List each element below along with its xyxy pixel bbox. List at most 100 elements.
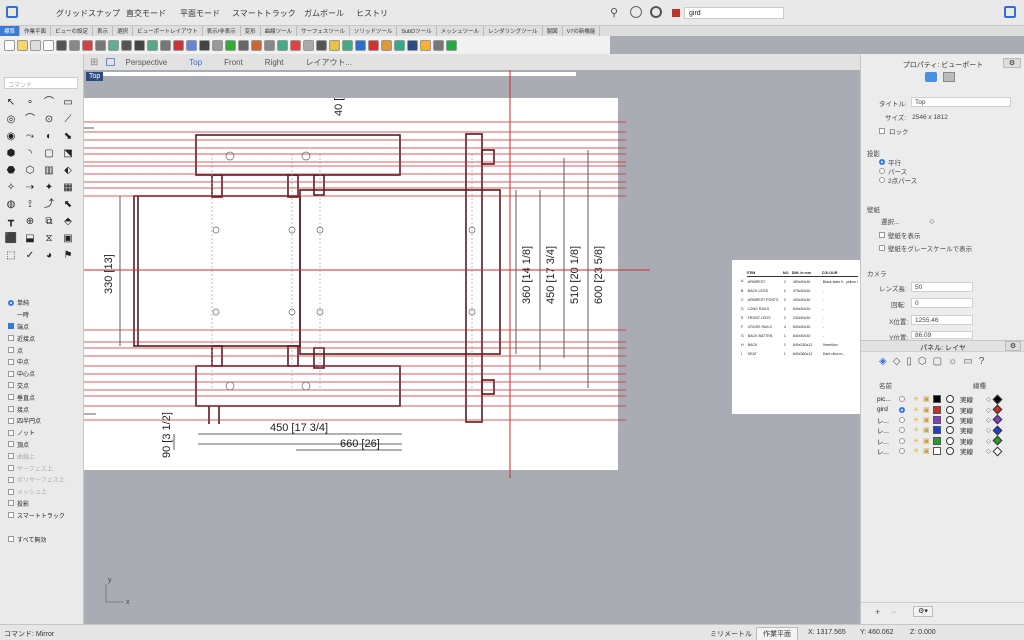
lock-icon[interactable]: ▣ (923, 437, 933, 445)
tool-14-icon[interactable]: ▢ (42, 147, 56, 160)
viewport-title[interactable]: Top (86, 72, 104, 81)
tool-35-icon[interactable]: ▣ (61, 232, 75, 245)
menu-gumball[interactable]: ガムボール (304, 8, 344, 19)
single-view-icon[interactable] (106, 58, 116, 66)
osnap-2[interactable]: 点 (8, 344, 84, 356)
tool-7-icon[interactable]: ⟋ (61, 113, 75, 126)
current-layer-field[interactable]: gird (684, 7, 784, 19)
toolbar-tool-5-icon[interactable] (69, 39, 80, 51)
tool-38-icon[interactable]: ◕ (42, 249, 56, 262)
tab-perspective[interactable]: Perspective (125, 58, 167, 67)
layer-color-swatch[interactable] (933, 395, 941, 404)
tool-29-icon[interactable]: ⊕ (23, 215, 37, 228)
toolbar-tool-25-icon[interactable] (329, 39, 340, 51)
tool-33-icon[interactable]: ⬓ (23, 232, 37, 245)
layer-row[interactable]: レ... ☀ ▣ 実線 ◇ (877, 425, 1024, 435)
tab-right[interactable]: Right (265, 58, 284, 67)
osnap-5[interactable]: 交点 (8, 380, 84, 392)
tool-21-icon[interactable]: ⇢ (23, 181, 37, 194)
toolbar-tool-30-icon[interactable] (394, 39, 405, 51)
tool-4-icon[interactable]: ◎ (4, 113, 18, 126)
tab-14[interactable]: 製図 (543, 26, 563, 36)
tool-8-icon[interactable]: ◉ (4, 130, 18, 143)
cube-icon[interactable]: ⬡ (918, 356, 927, 367)
tool-10-icon[interactable]: ◐ (42, 130, 56, 143)
tab-6[interactable]: 表示/非表示 (203, 26, 241, 36)
wallpaper-icon[interactable] (943, 72, 955, 82)
tool-12-icon[interactable]: ⬢ (4, 147, 18, 160)
history-icon[interactable] (630, 6, 642, 18)
toolbar-tool-3-icon[interactable] (43, 39, 54, 51)
toolbar-tool-27-icon[interactable] (355, 39, 366, 51)
material-icon[interactable] (946, 436, 954, 445)
osnap-13[interactable]: ポリサーフェス上 (8, 474, 84, 486)
camera-icon[interactable] (925, 72, 937, 82)
toolbar-tool-29-icon[interactable] (381, 39, 392, 51)
osnap-10[interactable]: 頂点 (8, 439, 84, 451)
toolbar-tool-8-icon[interactable] (108, 39, 119, 51)
current-layer-radio[interactable] (899, 427, 905, 434)
tab-11[interactable]: SubDツール (397, 26, 437, 36)
toolbar-tool-9-icon[interactable] (121, 39, 132, 51)
filter-icon[interactable]: ⚲ (610, 6, 618, 19)
current-layer-radio[interactable] (899, 406, 905, 413)
osnap-16[interactable]: スマートトラック (8, 509, 84, 521)
visible-bulb-icon[interactable]: ☀ (913, 416, 923, 424)
tool-24-icon[interactable]: ◍ (4, 198, 18, 211)
monitor-icon[interactable]: ▭ (963, 356, 972, 367)
objects-icon[interactable]: ◇ (893, 356, 901, 367)
osnap-8[interactable]: 四半円点 (8, 415, 84, 427)
tool-13-icon[interactable]: ◝ (23, 147, 37, 160)
osnap-4[interactable]: 中心点 (8, 368, 84, 380)
tab-9[interactable]: サーフェスツール (297, 26, 350, 36)
tab-layout[interactable]: レイアウト... (305, 57, 352, 68)
osnap-6[interactable]: 垂直点 (8, 391, 84, 403)
lens-field[interactable]: 50 (911, 282, 973, 292)
toolbar-tool-34-icon[interactable] (446, 39, 457, 51)
print-color-swatch[interactable] (992, 446, 1003, 457)
tool-19-icon[interactable]: ⬖ (61, 164, 75, 177)
command-history[interactable]: コマンド: Mirror (4, 629, 54, 639)
tab-10[interactable]: ソリッドツール (350, 26, 398, 36)
tool-6-icon[interactable]: ⊙ (42, 113, 56, 126)
layer-menu-gear-icon[interactable]: ⚙ (1005, 341, 1021, 351)
lock-icon[interactable]: ▣ (923, 447, 933, 455)
panel-toggle-icon[interactable] (1004, 6, 1016, 18)
current-layer-radio[interactable] (899, 448, 905, 455)
layer-row[interactable]: gird ☀ ▣ 実線 ◇ (877, 404, 1024, 415)
osnap-0[interactable]: 端点 (8, 321, 84, 333)
visible-bulb-icon[interactable]: ☀ (913, 395, 923, 403)
lock-icon[interactable]: ▣ (923, 416, 933, 424)
toolbar-tool-17-icon[interactable] (225, 39, 236, 51)
print-color-swatch[interactable] (992, 394, 1003, 405)
lightbulb-icon[interactable]: ☼ (948, 356, 957, 367)
toolbar-tool-22-icon[interactable] (290, 39, 301, 51)
tool-32-icon[interactable]: ⬛ (4, 232, 18, 245)
toolbar-tool-13-icon[interactable] (173, 39, 184, 51)
lock-icon[interactable]: ▣ (923, 395, 933, 403)
toolbar-tool-7-icon[interactable] (95, 39, 106, 51)
toolbar-tool-11-icon[interactable] (147, 39, 158, 51)
grid-icon[interactable]: ⊞ (90, 57, 98, 68)
layer-row[interactable]: レ... ☀ ▣ 実線 ◇ (877, 415, 1024, 425)
material-icon[interactable] (946, 395, 954, 404)
osnap-7[interactable]: 接点 (8, 403, 84, 415)
record-icon[interactable] (650, 6, 662, 18)
menu-ortho[interactable]: 直交モード (126, 8, 166, 19)
layer-color-swatch[interactable] (933, 415, 941, 424)
osnap-mode-single[interactable]: 単純 (8, 297, 84, 309)
tool-31-icon[interactable]: ⬘ (61, 215, 75, 228)
tool-3-icon[interactable]: ▭ (61, 96, 75, 109)
tab-top[interactable]: Top (189, 58, 202, 67)
top-viewport[interactable]: 40 [1 330 [13] 90 [3 1/2] 450 [17 3/4] 6… (84, 70, 860, 624)
menu-grid-snap[interactable]: グリッドスナップ (56, 8, 120, 19)
toolbar-tool-18-icon[interactable] (238, 39, 249, 51)
toolbar-tool-16-icon[interactable] (212, 39, 223, 51)
lock-icon[interactable]: ▣ (923, 426, 933, 434)
osnap-9[interactable]: ノット (8, 427, 84, 439)
visible-bulb-icon[interactable]: ☀ (913, 406, 923, 414)
osnap-14[interactable]: メッシュ上 (8, 486, 84, 498)
tab-3[interactable]: 表示 (93, 26, 114, 36)
wallpaper-show-checkbox[interactable]: 壁紙を表示 (879, 230, 921, 240)
tab-5[interactable]: ビューポートレイアウト (133, 26, 203, 36)
